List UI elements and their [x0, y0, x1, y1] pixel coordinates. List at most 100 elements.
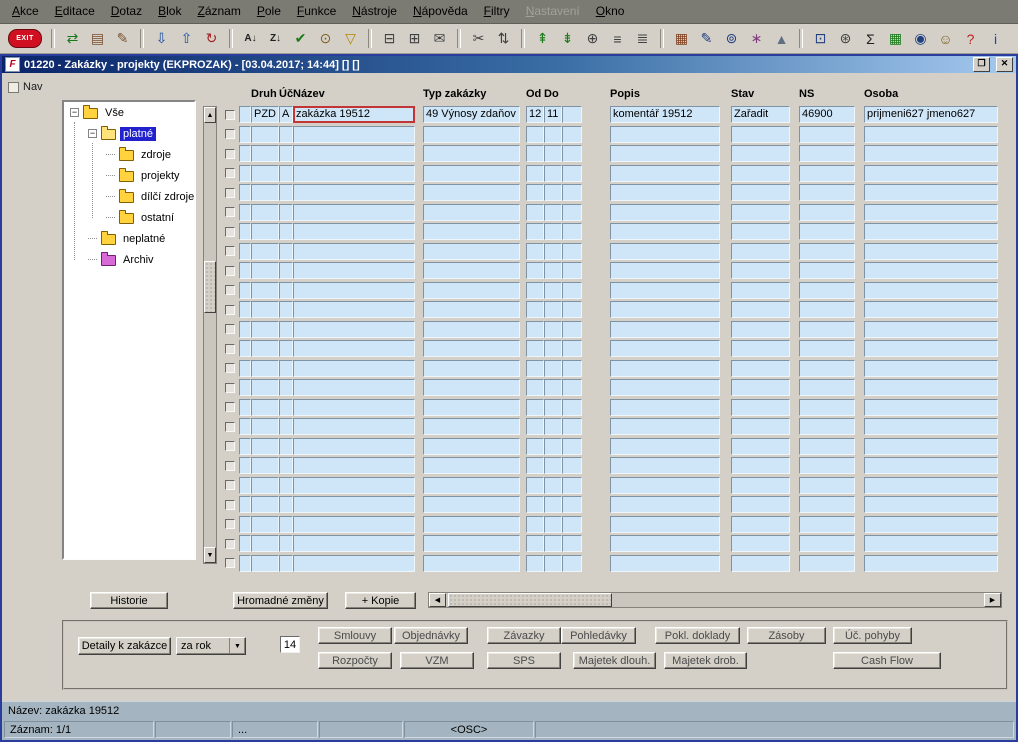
enter-query-icon[interactable]: ⊙ [313, 28, 338, 49]
cell-uc[interactable] [279, 516, 293, 533]
cell-c1[interactable] [562, 106, 582, 123]
cell-osoba[interactable] [864, 204, 998, 221]
cell-do[interactable] [544, 145, 562, 162]
scroll-down-button[interactable]: ▼ [204, 547, 216, 563]
close-button[interactable]: ✕ [996, 57, 1013, 72]
cell-nazev[interactable] [293, 321, 415, 338]
cell-od[interactable] [526, 262, 544, 279]
cell-do[interactable] [544, 516, 562, 533]
cell-ns[interactable] [799, 243, 855, 260]
cell-druh[interactable] [251, 379, 279, 396]
majetek-drob-button[interactable]: Majetek drob. [664, 652, 747, 669]
cell-druh[interactable] [251, 301, 279, 318]
cell-osoba[interactable] [864, 457, 998, 474]
nav-panel-toggle[interactable]: Nav [8, 81, 43, 93]
menu-item-7[interactable]: Nástroje [344, 0, 405, 23]
cell-nazev[interactable] [293, 340, 415, 357]
cell-od[interactable]: 12 [526, 106, 544, 123]
horizontal-scrollbar-thumb[interactable] [448, 593, 612, 607]
cell-ns[interactable] [799, 145, 855, 162]
cell-typ[interactable] [423, 204, 520, 221]
tree-item-7[interactable]: Archiv [64, 249, 194, 270]
cell-stav[interactable] [731, 438, 790, 455]
cell-od[interactable] [526, 340, 544, 357]
smlouvy-button[interactable]: Smlouvy [318, 627, 392, 644]
cell-druh[interactable] [251, 457, 279, 474]
vzm-button[interactable]: VZM [400, 652, 474, 669]
row-checkbox[interactable] [225, 457, 237, 474]
cell-stav[interactable] [731, 243, 790, 260]
cell-od[interactable] [526, 438, 544, 455]
cell-nazev[interactable] [293, 243, 415, 260]
cell-typ[interactable] [423, 535, 520, 552]
cell-druh[interactable] [251, 204, 279, 221]
cell-c0[interactable] [239, 301, 251, 318]
cell-c0[interactable] [239, 126, 251, 143]
cell-c0[interactable] [239, 516, 251, 533]
menu-item-11[interactable]: Okno [588, 0, 633, 23]
zasoby-button[interactable]: Zásoby [747, 627, 826, 644]
cell-popis[interactable] [610, 165, 720, 182]
cell-c0[interactable] [239, 204, 251, 221]
cell-c0[interactable] [239, 184, 251, 201]
cell-nazev[interactable] [293, 262, 415, 279]
cell-ns[interactable] [799, 477, 855, 494]
cell-uc[interactable] [279, 379, 293, 396]
chevron-down-icon[interactable]: ▼ [229, 638, 245, 654]
cell-typ[interactable] [423, 262, 520, 279]
cell-ns[interactable] [799, 282, 855, 299]
menu-item-9[interactable]: Filtry [476, 0, 518, 23]
cell-uc[interactable] [279, 243, 293, 260]
collapse-icon[interactable]: − [70, 108, 79, 117]
cell-druh[interactable] [251, 184, 279, 201]
cell-ns[interactable] [799, 457, 855, 474]
record-scrollbar-thumb[interactable] [204, 261, 216, 313]
cell-osoba[interactable] [864, 301, 998, 318]
cell-do[interactable] [544, 262, 562, 279]
record-scrollbar-track[interactable] [204, 123, 216, 547]
cell-c0[interactable] [239, 457, 251, 474]
rozpocty-button[interactable]: Rozpočty [318, 652, 392, 669]
cell-do[interactable] [544, 126, 562, 143]
cell-od[interactable] [526, 399, 544, 416]
cell-stav[interactable] [731, 204, 790, 221]
find-record-icon[interactable]: ⊕ [580, 28, 605, 49]
row-checkbox[interactable] [225, 438, 237, 455]
cell-typ[interactable] [423, 282, 520, 299]
cell-od[interactable] [526, 223, 544, 240]
cell-druh[interactable] [251, 477, 279, 494]
cell-c1[interactable] [562, 438, 582, 455]
cell-c1[interactable] [562, 184, 582, 201]
export-window-icon[interactable]: ⊡ [808, 28, 833, 49]
cell-popis[interactable] [610, 145, 720, 162]
mail-icon[interactable]: ✉ [427, 28, 452, 49]
cell-uc[interactable] [279, 418, 293, 435]
switch-module-icon[interactable]: ⇄ [60, 28, 85, 49]
cell-typ[interactable] [423, 418, 520, 435]
cell-ns[interactable] [799, 184, 855, 201]
cell-druh[interactable] [251, 360, 279, 377]
cell-druh[interactable] [251, 418, 279, 435]
row-checkbox[interactable] [225, 282, 237, 299]
tools-icon[interactable]: ⊛ [833, 28, 858, 49]
cell-c1[interactable] [562, 321, 582, 338]
cell-c0[interactable] [239, 340, 251, 357]
cell-druh[interactable] [251, 438, 279, 455]
cell-do[interactable] [544, 165, 562, 182]
cell-typ[interactable] [423, 555, 520, 572]
cell-nazev[interactable] [293, 360, 415, 377]
cell-uc[interactable] [279, 282, 293, 299]
scroll-up-button[interactable]: ▲ [204, 107, 216, 123]
cell-druh[interactable] [251, 516, 279, 533]
menu-item-3[interactable]: Blok [150, 0, 189, 23]
cut-icon[interactable]: ✂ [466, 28, 491, 49]
cell-c0[interactable] [239, 438, 251, 455]
cell-popis[interactable] [610, 555, 720, 572]
excel-export-icon[interactable]: ▦ [883, 28, 908, 49]
cell-ns[interactable] [799, 438, 855, 455]
cell-druh[interactable]: PZD [251, 106, 279, 123]
cell-c1[interactable] [562, 282, 582, 299]
cell-stav[interactable]: Zařadit [731, 106, 790, 123]
folder-reload-icon[interactable]: ↻ [199, 28, 224, 49]
docs-icon[interactable]: ◉ [908, 28, 933, 49]
